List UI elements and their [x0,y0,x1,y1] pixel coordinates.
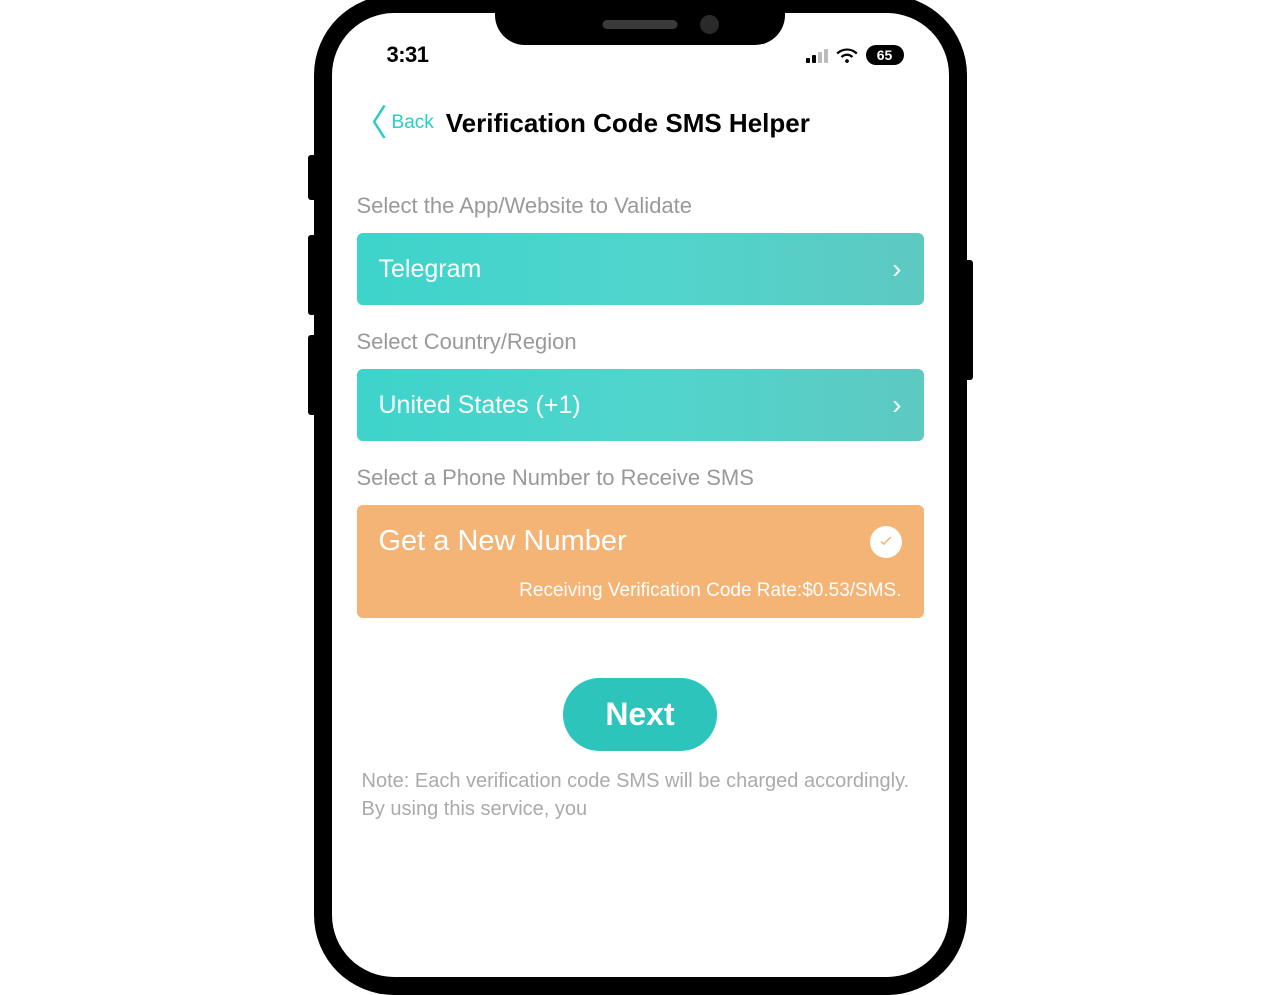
phone-section-label: Select a Phone Number to Receive SMS [357,465,924,491]
battery-indicator: 65 [866,45,904,65]
rate-info: Receiving Verification Code Rate:$0.53/S… [379,580,902,602]
app-selected-value: Telegram [379,255,482,284]
app-selector[interactable]: Telegram › [357,233,924,305]
wifi-icon [836,47,858,63]
chevron-right-icon: › [892,389,901,421]
status-time: 3:31 [387,42,429,68]
get-new-number-label: Get a New Number [379,525,627,558]
next-button[interactable]: Next [563,678,716,751]
note-text: Note: Each verification code SMS will be… [357,767,924,823]
country-selected-value: United States (+1) [379,391,581,420]
page-title: Verification Code SMS Helper [446,108,810,139]
country-selector[interactable]: United States (+1) › [357,369,924,441]
cellular-signal-icon [806,48,828,63]
phone-number-option[interactable]: Get a New Number Receiving Verification … [357,505,924,618]
navigation-bar: 〈 Back Verification Code SMS Helper [332,75,949,159]
country-section-label: Select Country/Region [357,329,924,355]
back-chevron-icon[interactable]: 〈 [352,105,388,141]
app-section-label: Select the App/Website to Validate [357,193,924,219]
phone-frame: 3:31 65 〈 Back Verification Code SMS Hel… [314,0,967,995]
checkmark-icon [870,526,902,558]
back-button[interactable]: Back [392,112,434,134]
chevron-right-icon: › [892,253,901,285]
phone-screen: 3:31 65 〈 Back Verification Code SMS Hel… [332,13,949,977]
